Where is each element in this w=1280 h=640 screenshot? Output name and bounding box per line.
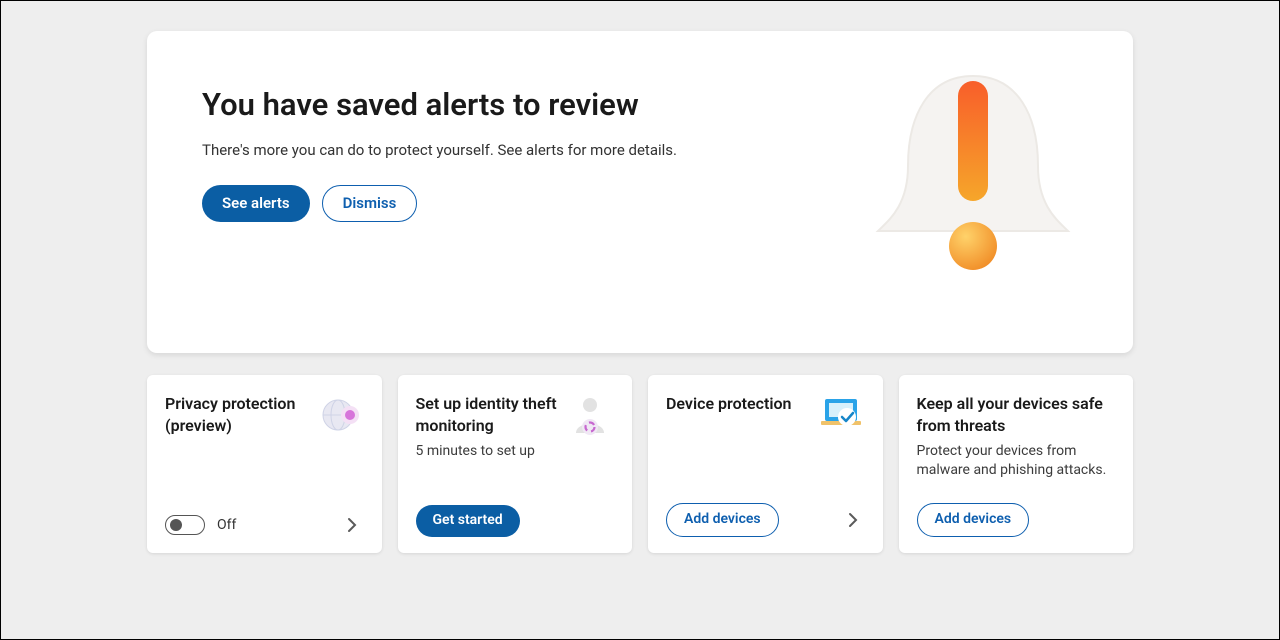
all-devices-card: Keep all your devices safe from threats … [899, 375, 1134, 553]
card-title: Set up identity theft monitoring [416, 393, 559, 436]
bell-alert-icon [868, 66, 1078, 286]
chevron-right-icon[interactable] [841, 508, 865, 532]
protection-cards-row: Privacy protection (preview) [147, 375, 1133, 553]
device-protection-card: Device protection Add devices [648, 375, 883, 553]
toggle-knob [170, 519, 182, 531]
card-subtitle: Protect your devices from malware and ph… [917, 442, 1116, 480]
privacy-protection-card: Privacy protection (preview) [147, 375, 382, 553]
dismiss-button[interactable]: Dismiss [322, 185, 418, 222]
get-started-button[interactable]: Get started [416, 505, 520, 537]
alerts-hero-card: You have saved alerts to review There's … [147, 31, 1133, 353]
user-identity-icon [566, 393, 614, 435]
privacy-toggle-group: Off [165, 515, 236, 535]
device-shield-icon [817, 393, 865, 435]
chevron-right-icon[interactable] [340, 513, 364, 537]
globe-privacy-icon [316, 393, 364, 435]
see-alerts-button[interactable]: See alerts [202, 185, 310, 222]
card-title: Privacy protection (preview) [165, 393, 308, 436]
privacy-toggle[interactable] [165, 515, 205, 535]
card-title: Device protection [666, 393, 791, 415]
card-subtitle: 5 minutes to set up [416, 442, 559, 461]
add-devices-button[interactable]: Add devices [666, 503, 779, 537]
identity-theft-card: Set up identity theft monitoring 5 minut… [398, 375, 633, 553]
page-content: You have saved alerts to review There's … [1, 1, 1279, 639]
add-devices-button-2[interactable]: Add devices [917, 503, 1030, 537]
toggle-state-label: Off [217, 517, 236, 533]
card-title: Keep all your devices safe from threats [917, 393, 1116, 436]
